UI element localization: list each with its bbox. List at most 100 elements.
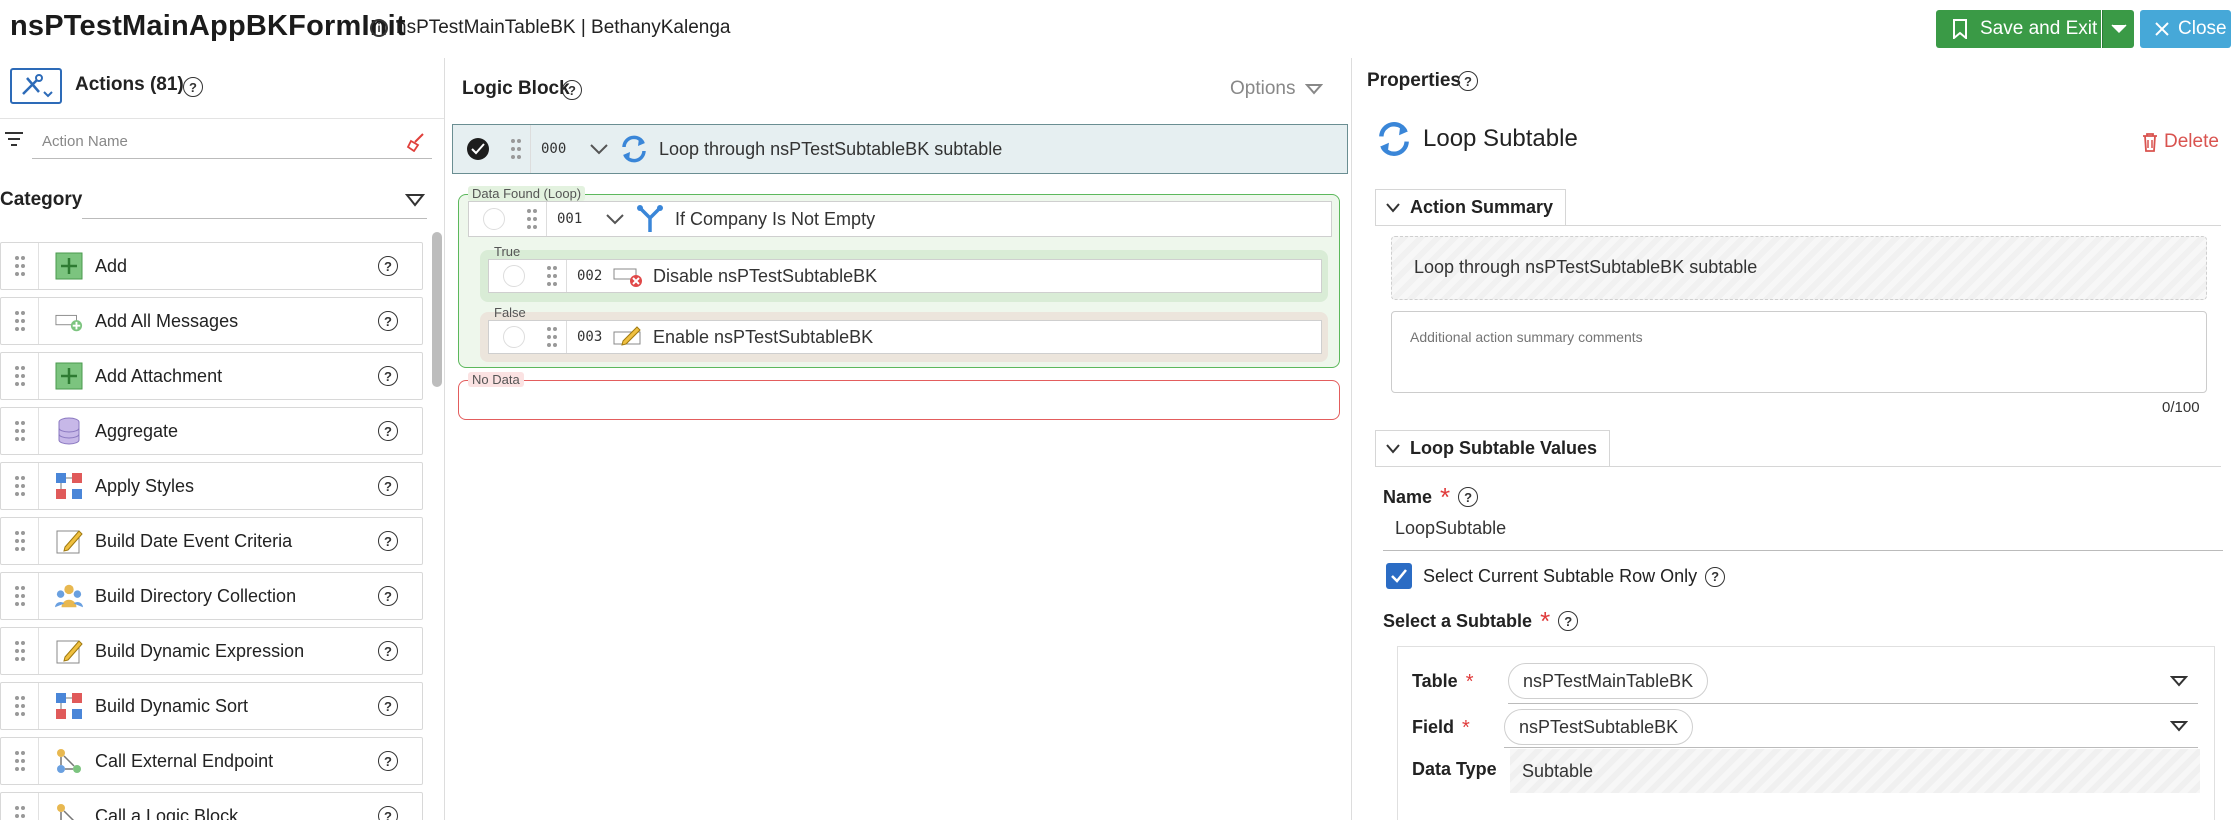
drag-handle-icon[interactable] <box>1 243 39 289</box>
list-item[interactable]: Add ? <box>0 242 423 290</box>
help-icon[interactable]: ? <box>562 80 582 100</box>
block-select-checkbox[interactable] <box>483 208 505 230</box>
logic-block-003[interactable]: 003 Enable nsPTestSubtableBK <box>488 320 1322 354</box>
field-select-value[interactable]: nsPTestSubtableBK <box>1504 709 1694 745</box>
enable-icon <box>613 325 643 349</box>
help-icon[interactable]: ? <box>1705 566 1726 587</box>
table-label-text: Table <box>1412 671 1458 691</box>
triangle-down-icon[interactable] <box>2170 675 2188 687</box>
table-select-value[interactable]: nsPTestMainTableBK <box>1508 663 1709 699</box>
help-icon[interactable]: ? <box>378 366 398 386</box>
summary-comments-input[interactable] <box>1391 311 2207 393</box>
category-select[interactable]: Category <box>0 183 430 219</box>
name-field-label: Name * ? <box>1383 484 1479 510</box>
name-input[interactable]: LoopSubtable <box>1395 518 1506 539</box>
required-star-icon: * <box>1465 670 1474 693</box>
help-icon[interactable]: ? <box>378 476 398 496</box>
no-data-container <box>458 380 1340 420</box>
delete-button[interactable]: Delete <box>2142 131 2219 153</box>
drag-handle-icon[interactable] <box>1 573 39 619</box>
drag-handle-icon[interactable] <box>501 125 531 173</box>
help-icon[interactable]: ? <box>378 751 398 771</box>
help-icon[interactable]: ? <box>378 641 398 661</box>
actions-scrollbar[interactable] <box>432 232 442 820</box>
logic-block-001[interactable]: 001 If Company Is Not Empty <box>468 201 1332 237</box>
list-item[interactable]: Build Directory Collection ? <box>0 572 423 620</box>
page-title: nsPTestMainAppBKForm​Init <box>10 10 406 42</box>
list-item[interactable]: Apply Styles ? <box>0 462 423 510</box>
save-and-exit-button[interactable]: Save and Exit <box>1936 10 2101 48</box>
help-icon[interactable]: ? <box>1558 611 1579 631</box>
options-label: Options <box>1230 78 1296 99</box>
drag-handle-icon[interactable] <box>1 683 39 729</box>
people-icon <box>55 582 83 610</box>
help-icon[interactable]: ? <box>183 77 203 97</box>
pencil-note-icon <box>55 637 83 665</box>
close-button[interactable]: Close <box>2140 10 2231 48</box>
drag-handle-icon[interactable] <box>1 738 39 784</box>
drag-handle-icon[interactable] <box>1 408 39 454</box>
action-header: Loop Subtable <box>1375 120 1578 158</box>
drag-handle-icon[interactable] <box>1 298 39 344</box>
clear-filter-icon[interactable] <box>405 132 427 152</box>
triangle-down-icon[interactable] <box>2170 720 2188 732</box>
list-item-label: Build Date Event Criteria <box>95 530 293 551</box>
list-item-label: Add All Messages <box>95 310 239 331</box>
filter-icon[interactable] <box>4 131 24 147</box>
help-icon[interactable]: ? <box>378 256 398 276</box>
drag-handle-icon[interactable] <box>517 202 547 236</box>
actions-title: Actions (81) <box>75 74 184 95</box>
list-item[interactable]: Add Attachment ? <box>0 352 423 400</box>
drag-handle-icon[interactable] <box>537 260 567 292</box>
block-label: Loop through nsPTestSubtableBK subtable <box>659 138 1003 159</box>
drag-handle-icon[interactable] <box>537 321 567 353</box>
logic-block-000[interactable]: 000 Loop through nsPTestSubtableBK subta… <box>452 124 1348 174</box>
options-dropdown[interactable]: Options <box>1230 78 1324 100</box>
triangle-down-icon <box>1305 84 1324 95</box>
category-label: Category <box>0 189 83 210</box>
current-row-only-checkbox[interactable] <box>1386 563 1412 589</box>
list-item-label: Aggregate <box>95 420 179 441</box>
info-icon[interactable]: i <box>370 19 388 37</box>
block-select-checkbox[interactable] <box>503 265 525 287</box>
loop-icon <box>1379 122 1409 156</box>
list-item[interactable]: Build Dynamic Expression ? <box>0 627 423 675</box>
help-icon[interactable]: ? <box>378 806 398 820</box>
action-name-search-input[interactable] <box>32 125 432 159</box>
chevron-down-icon[interactable] <box>605 213 625 225</box>
drag-handle-icon[interactable] <box>1 793 39 820</box>
help-icon[interactable]: ? <box>378 531 398 551</box>
drag-handle-icon[interactable] <box>1 518 39 564</box>
help-icon[interactable]: ? <box>378 311 398 331</box>
block-select-checkbox[interactable] <box>503 326 525 348</box>
drag-handle-icon[interactable] <box>1 628 39 674</box>
chevron-down-icon[interactable] <box>589 143 609 155</box>
save-options-dropdown[interactable] <box>2102 10 2134 48</box>
action-summary-section-toggle[interactable]: Action Summary <box>1375 189 1567 225</box>
drag-handle-icon[interactable] <box>1 463 39 509</box>
tools-icon <box>22 74 53 98</box>
help-icon[interactable]: ? <box>378 586 398 606</box>
tools-toggle-button[interactable] <box>10 68 62 104</box>
block-select-checkbox[interactable] <box>467 138 489 160</box>
scroll-thumb[interactable] <box>432 232 442 387</box>
help-icon[interactable]: ? <box>378 421 398 441</box>
list-item[interactable]: Build Date Event Criteria ? <box>0 517 423 565</box>
loop-values-section-toggle[interactable]: Loop Subtable Values <box>1375 430 1611 466</box>
logic-block-002[interactable]: 002 Disable nsPTestSubtableBK <box>488 259 1322 293</box>
list-item[interactable]: Call External Endpoint ? <box>0 737 423 785</box>
drag-handle-icon[interactable] <box>1 353 39 399</box>
list-item[interactable]: Aggregate ? <box>0 407 423 455</box>
list-item[interactable]: Build Dynamic Sort ? <box>0 682 423 730</box>
list-item-label: Build Dynamic Expression <box>95 640 305 661</box>
action-filter-row <box>0 118 444 162</box>
list-item[interactable]: Call a Logic Block ? <box>0 792 423 820</box>
triangle-down-icon[interactable] <box>405 193 425 207</box>
properties-panel: Properties ? Loop Subtable Delete Action… <box>1353 58 2236 820</box>
help-icon[interactable]: ? <box>1458 487 1479 507</box>
endpoint-icon <box>55 802 83 820</box>
endpoint-icon <box>55 747 83 775</box>
list-item[interactable]: Add All Messages ? <box>0 297 423 345</box>
help-icon[interactable]: ? <box>1458 71 1478 91</box>
help-icon[interactable]: ? <box>378 696 398 716</box>
